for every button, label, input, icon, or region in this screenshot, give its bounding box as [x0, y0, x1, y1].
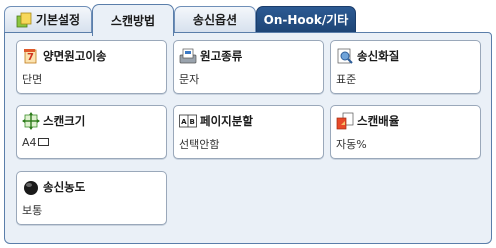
original-type-button[interactable]: 원고종류 문자 [173, 40, 324, 94]
button-value: 선택안함 [179, 138, 220, 151]
original-type-icon [179, 47, 197, 65]
button-value: 문자 [179, 73, 200, 86]
button-value: 자동% [336, 138, 367, 151]
density-icon [22, 178, 40, 196]
reduce-enlarge-icon [336, 112, 354, 130]
duplex-original-icon: 7 [22, 47, 40, 65]
tab-basic-settings[interactable]: 기본설정 [4, 6, 92, 32]
page-split-icon: A B [179, 112, 197, 130]
svg-text:B: B [190, 118, 195, 126]
button-value: 보통 [22, 204, 43, 217]
tab-label: On-Hook/기타 [263, 13, 349, 27]
tab-label: 송신옵션 [192, 13, 238, 27]
button-title: 송신화질 [357, 49, 400, 63]
duplex-original-button[interactable]: 7 양면원고이송 단면 [16, 40, 167, 94]
scan-method-panel: 7 양면원고이송 단면 원고종류 문자 송신화질 표준 스캔크기 A4 A B … [4, 32, 492, 244]
button-title: 원고종류 [200, 49, 243, 63]
tab-on-hook-other[interactable]: On-Hook/기타 [256, 6, 356, 32]
resolution-button[interactable]: 송신화질 표준 [330, 40, 481, 94]
button-value: 표준 [336, 73, 357, 86]
density-button[interactable]: 송신농도 보통 [16, 171, 167, 225]
reduce-enlarge-button[interactable]: 스캔배율 자동% [330, 105, 481, 159]
button-value: A4 [22, 136, 49, 149]
button-title: 페이지분할 [200, 114, 253, 128]
scan-options-screen: 기본설정 스캔방법 송신옵션 On-Hook/기타 7 양면원고이송 단면 원고… [0, 0, 496, 248]
copy-icon [16, 12, 32, 28]
button-title: 스캔크기 [43, 114, 86, 128]
button-title: 양면원고이송 [43, 49, 107, 63]
button-title: 송신농도 [43, 180, 86, 194]
value-text: A4 [22, 136, 37, 149]
tab-scan-method[interactable]: 스캔방법 [92, 4, 174, 36]
tab-bar: 기본설정 스캔방법 송신옵션 On-Hook/기타 [4, 4, 492, 36]
svg-text:7: 7 [27, 52, 34, 63]
scan-size-button[interactable]: 스캔크기 A4 [16, 105, 167, 159]
button-title: 스캔배율 [357, 114, 400, 128]
scan-size-icon [22, 112, 40, 130]
tab-send-options[interactable]: 송신옵션 [174, 6, 256, 32]
resolution-icon [336, 47, 354, 65]
svg-text:A: A [181, 118, 187, 126]
landscape-paper-icon [37, 138, 49, 146]
tab-label: 기본설정 [35, 13, 81, 27]
tab-label: 스캔방법 [110, 14, 156, 28]
button-value: 단면 [22, 73, 43, 86]
page-split-button[interactable]: A B 페이지분할 선택안함 [173, 105, 324, 159]
